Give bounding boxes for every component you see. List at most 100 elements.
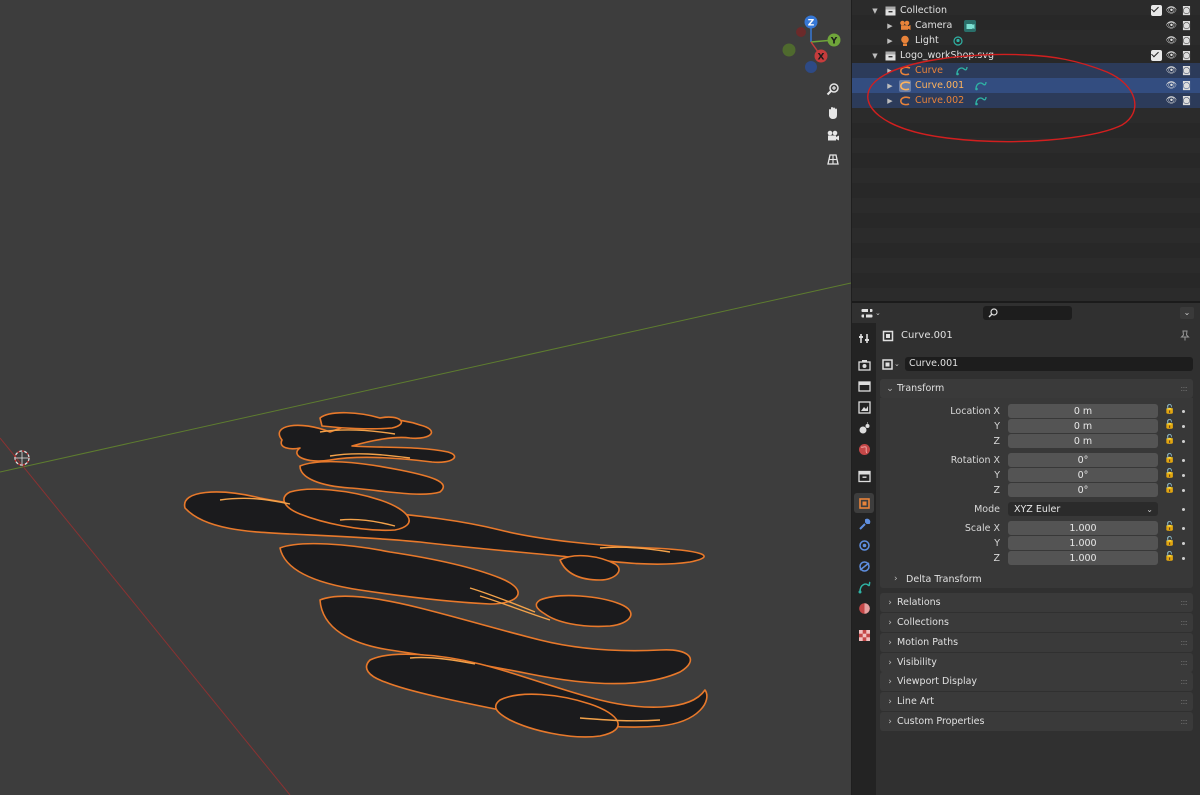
panel-transform-body: Location X 0 m 🔓 Y 0 m 🔓 Z 0 m 🔓 Rotatio… [880, 398, 1193, 588]
keyframe-dot[interactable] [1182, 489, 1185, 492]
object-type-selector[interactable]: ⌄ [882, 357, 904, 371]
scale-y-field[interactable]: 1.000 [1008, 536, 1158, 550]
drag-grip-icon[interactable]: :::: [1180, 717, 1188, 726]
panel-title: Collections [897, 617, 949, 628]
scale-x-field[interactable]: 1.000 [1008, 521, 1158, 535]
panel-motion-paths[interactable]: › Motion Paths :::: [880, 633, 1193, 652]
keyframe-dot[interactable] [1182, 542, 1185, 545]
panel-title: Custom Properties [897, 716, 985, 727]
panel-title: Viewport Display [897, 676, 978, 687]
keyframe-dot[interactable] [1182, 508, 1185, 511]
rotation-x-field[interactable]: 0° [1008, 453, 1158, 467]
panel-title: Visibility [897, 657, 937, 668]
panel-relations[interactable]: › Relations :::: [880, 593, 1193, 612]
location-y-field[interactable]: 0 m [1008, 419, 1158, 433]
camera-view-icon[interactable] [822, 126, 844, 146]
panel-visibility[interactable]: › Visibility :::: [880, 653, 1193, 672]
tab-particles[interactable] [854, 535, 874, 555]
physics-icon [858, 560, 870, 572]
lock-icon[interactable]: 🔓 [1164, 537, 1175, 549]
subpanel-delta-transform[interactable]: › Delta Transform [894, 572, 982, 586]
rotation-y-field[interactable]: 0° [1008, 468, 1158, 482]
scale-z-label: Z [993, 553, 1000, 564]
panel-custom-properties[interactable]: › Custom Properties :::: [880, 712, 1193, 731]
options-dropdown-icon[interactable]: ⌄ [1180, 307, 1194, 319]
lock-icon[interactable]: 🔓 [1164, 469, 1175, 481]
lock-icon[interactable]: 🔓 [1164, 435, 1175, 447]
properties-search-input[interactable] [983, 306, 1072, 320]
panel-collections[interactable]: › Collections :::: [880, 613, 1193, 632]
keyframe-dot[interactable] [1182, 440, 1185, 443]
lock-icon[interactable]: 🔓 [1164, 405, 1175, 417]
tab-physics[interactable] [854, 556, 874, 576]
drag-grip-icon[interactable]: :::: [1180, 677, 1188, 686]
tab-texture[interactable] [854, 625, 874, 645]
editor-type-menu[interactable]: ⌄ [861, 306, 881, 320]
tab-output[interactable] [854, 376, 874, 396]
lock-icon[interactable]: 🔓 [1164, 484, 1175, 496]
drag-grip-icon[interactable]: :::: [1180, 598, 1188, 607]
search-icon [988, 308, 998, 318]
3d-viewport[interactable]: Z Y X [0, 0, 851, 795]
pin-icon[interactable] [1180, 330, 1190, 342]
panel-title: Motion Paths [897, 637, 959, 648]
keyframe-dot[interactable] [1182, 527, 1185, 530]
3d-cursor-icon[interactable] [14, 450, 30, 466]
object-properties: Curve.001 ⌄ Curve.001 ⌄ Transform :::: L… [876, 323, 1200, 795]
gizmo-z-label: Z [808, 19, 815, 29]
tab-object-data[interactable] [854, 577, 874, 597]
keyframe-dot[interactable] [1182, 410, 1185, 413]
tab-scene[interactable] [854, 418, 874, 438]
zoom-icon[interactable] [822, 79, 844, 99]
navigation-gizmo[interactable]: Z Y X [782, 15, 841, 74]
gizmo-neg-z[interactable] [805, 61, 817, 73]
collection-icon [857, 470, 871, 482]
gizmo-neg-x[interactable] [796, 27, 806, 37]
hand-pan-icon[interactable] [822, 103, 844, 123]
drag-grip-icon[interactable]: :::: [1180, 638, 1188, 647]
keyframe-dot[interactable] [1182, 474, 1185, 477]
object-name-field[interactable]: Curve.001 [905, 357, 1193, 371]
chevron-right-icon: › [888, 597, 892, 608]
object-icon [882, 330, 894, 342]
tab-tool[interactable] [854, 328, 874, 348]
drag-grip-icon[interactable]: :::: [1180, 658, 1188, 667]
rotation-z-field[interactable]: 0° [1008, 483, 1158, 497]
outliner-panel: ▼ Collection 👁 ◙ ▶ Camera 👁 ◙ ▶ Light 👁 … [852, 0, 1200, 301]
view-layer-icon [857, 400, 871, 414]
rotation-mode-dropdown[interactable]: XYZ Euler ⌄ [1008, 502, 1158, 516]
panel-viewport-display[interactable]: › Viewport Display :::: [880, 672, 1193, 691]
drag-grip-icon[interactable]: :::: [1180, 697, 1188, 706]
tab-modifiers[interactable] [854, 514, 874, 534]
rotation-z-label: Z [993, 485, 1000, 496]
keyframe-dot[interactable] [1182, 425, 1185, 428]
tab-object[interactable] [854, 493, 874, 513]
tab-world[interactable] [854, 439, 874, 459]
logo-curve-objects[interactable] [184, 411, 708, 738]
drag-grip-icon[interactable]: :::: [1180, 384, 1188, 393]
render-icon [857, 359, 871, 371]
tab-collection[interactable] [854, 466, 874, 486]
tab-render[interactable] [854, 355, 874, 375]
tab-material[interactable] [854, 598, 874, 618]
keyframe-dot[interactable] [1182, 557, 1185, 560]
chevron-right-icon: › [894, 574, 898, 584]
panel-transform-header[interactable]: ⌄ Transform :::: [880, 379, 1193, 398]
lock-icon[interactable]: 🔓 [1164, 552, 1175, 564]
keyframe-dot[interactable] [1182, 459, 1185, 462]
lock-icon[interactable]: 🔓 [1164, 420, 1175, 432]
ortho-grid-icon[interactable] [822, 149, 844, 169]
lock-icon[interactable]: 🔓 [1164, 522, 1175, 534]
drag-grip-icon[interactable]: :::: [1180, 618, 1188, 627]
panel-line-art[interactable]: › Line Art :::: [880, 692, 1193, 711]
tab-view-layer[interactable] [854, 397, 874, 417]
chevron-right-icon: › [888, 637, 892, 648]
scale-z-field[interactable]: 1.000 [1008, 551, 1158, 565]
location-x-field[interactable]: 0 m [1008, 404, 1158, 418]
chevron-right-icon: › [888, 676, 892, 687]
lock-icon[interactable]: 🔓 [1164, 454, 1175, 466]
properties-header: ⌄ ⌄ [852, 303, 1200, 323]
gizmo-neg-y[interactable] [782, 43, 796, 57]
location-z-field[interactable]: 0 m [1008, 434, 1158, 448]
chevron-right-icon: › [888, 657, 892, 668]
